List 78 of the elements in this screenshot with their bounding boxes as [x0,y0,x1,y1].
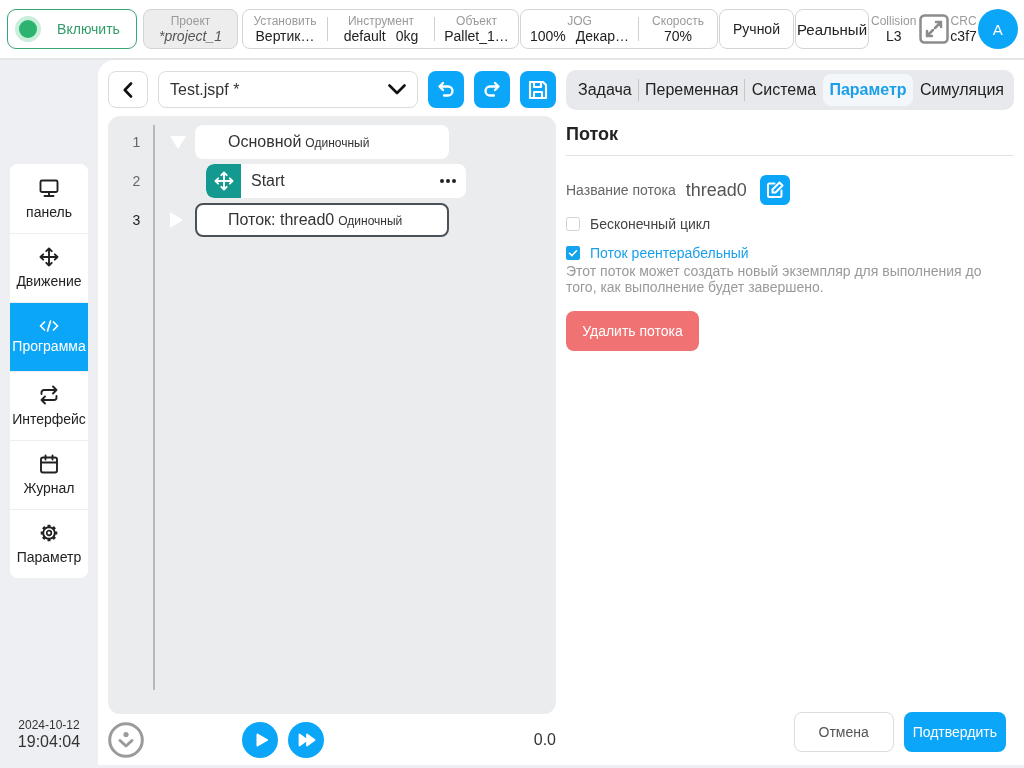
edit-icon [764,180,785,200]
status-label: JOG [567,13,592,28]
nav-item[interactable]: Параметр [10,509,88,578]
crc-value: c3f7 [950,27,977,45]
redo-button[interactable] [474,71,510,108]
line-number: 2 [131,172,142,191]
chevron-left-icon [123,81,133,98]
tab[interactable]: Задача [572,74,638,106]
status-label: Установить [253,13,317,28]
status-label: Скорость [652,13,704,28]
play-icon [255,733,268,747]
move-icon [39,247,59,267]
mode-button[interactable]: Реальный [795,9,869,49]
block-title: Основной [228,133,302,151]
crc-label: CRC [950,13,977,28]
fast-forward-button[interactable] [288,722,324,758]
command-title: Start [251,172,285,190]
status-dot-icon [15,16,41,42]
numeric-readout: 0.0 [533,731,556,749]
cancel-button[interactable]: Отмена [793,712,894,752]
fast-forward-icon [298,733,316,747]
redo-icon [483,80,501,99]
monitor-icon [39,177,59,198]
motion-status-panel[interactable]: JOG 100% Декар… Скорость 70% [520,9,718,49]
settings-icon [39,523,59,543]
status-label: Инструмент [347,13,415,28]
status-value: 100% [529,27,566,45]
program-block[interactable]: Поток: thread0 Одиночный [195,203,449,237]
section-heading: Поток [566,123,619,145]
play-button[interactable] [242,722,278,758]
line-number: 1 [131,133,142,152]
setup-status-panel[interactable]: Установить Вертик… Инструмент default 0kg Объект Pallet_1… [242,9,519,49]
field-label: Название потока [566,182,676,198]
thread-name-value: thread0 [685,179,747,201]
block-mode: Одиночный [338,214,403,228]
collision-label: Collision [871,13,917,28]
time-text: 19:04:04 [17,732,81,751]
status-value: Вертик… [255,27,315,45]
file-dropdown[interactable]: Test.jspf * [158,71,418,108]
status-value: Декар… [575,27,630,45]
block-mode: Одиночный [305,136,370,150]
block-title: Поток: thread0 [228,211,335,229]
description-text: Этот поток может создать новый экземпляр для выполнения до того, как выполнение будет завершено. [566,263,983,295]
project-label: Проект [170,13,211,28]
project-selector[interactable]: Проект *project_1 [143,9,238,49]
more-icon[interactable] [440,179,456,183]
line-number: 3 [131,211,142,230]
move-icon [206,164,241,198]
calendar-icon [39,454,59,474]
chevron-down-circle-icon[interactable] [108,722,144,758]
date-text: 2024-10-12 [18,718,80,732]
chevron-down-icon [388,84,406,95]
swap-arrows-icon [39,385,59,405]
edit-button[interactable] [759,175,790,205]
back-button[interactable] [108,71,148,108]
status-value: 70% [664,27,692,45]
save-button[interactable] [520,71,556,108]
status-value: default [343,27,386,45]
undo-icon [437,80,455,99]
status-value: Pallet_1… [444,27,509,45]
code-icon [39,320,59,332]
program-command[interactable]: Start [206,164,466,198]
checkbox[interactable] [566,246,580,260]
tab[interactable]: Симуляция [913,74,1010,106]
project-name: *project_1 [158,27,222,45]
status-value: 0kg [395,27,419,45]
expand-icon[interactable] [919,14,950,44]
status-label: Объект [456,13,497,28]
checkbox-label: Бесконечный цикл [590,216,711,232]
save-icon [527,78,549,101]
tab[interactable]: Переменная [639,74,745,106]
mode-button[interactable]: Ручной [719,9,794,49]
checkbox[interactable] [566,217,580,231]
program-block[interactable]: Основной Одиночный [195,125,449,159]
collision-value: L3 [885,27,902,45]
tab[interactable]: Система [745,74,823,106]
undo-button[interactable] [428,71,464,108]
checkbox-label: Поток реентерабельный [590,245,749,261]
